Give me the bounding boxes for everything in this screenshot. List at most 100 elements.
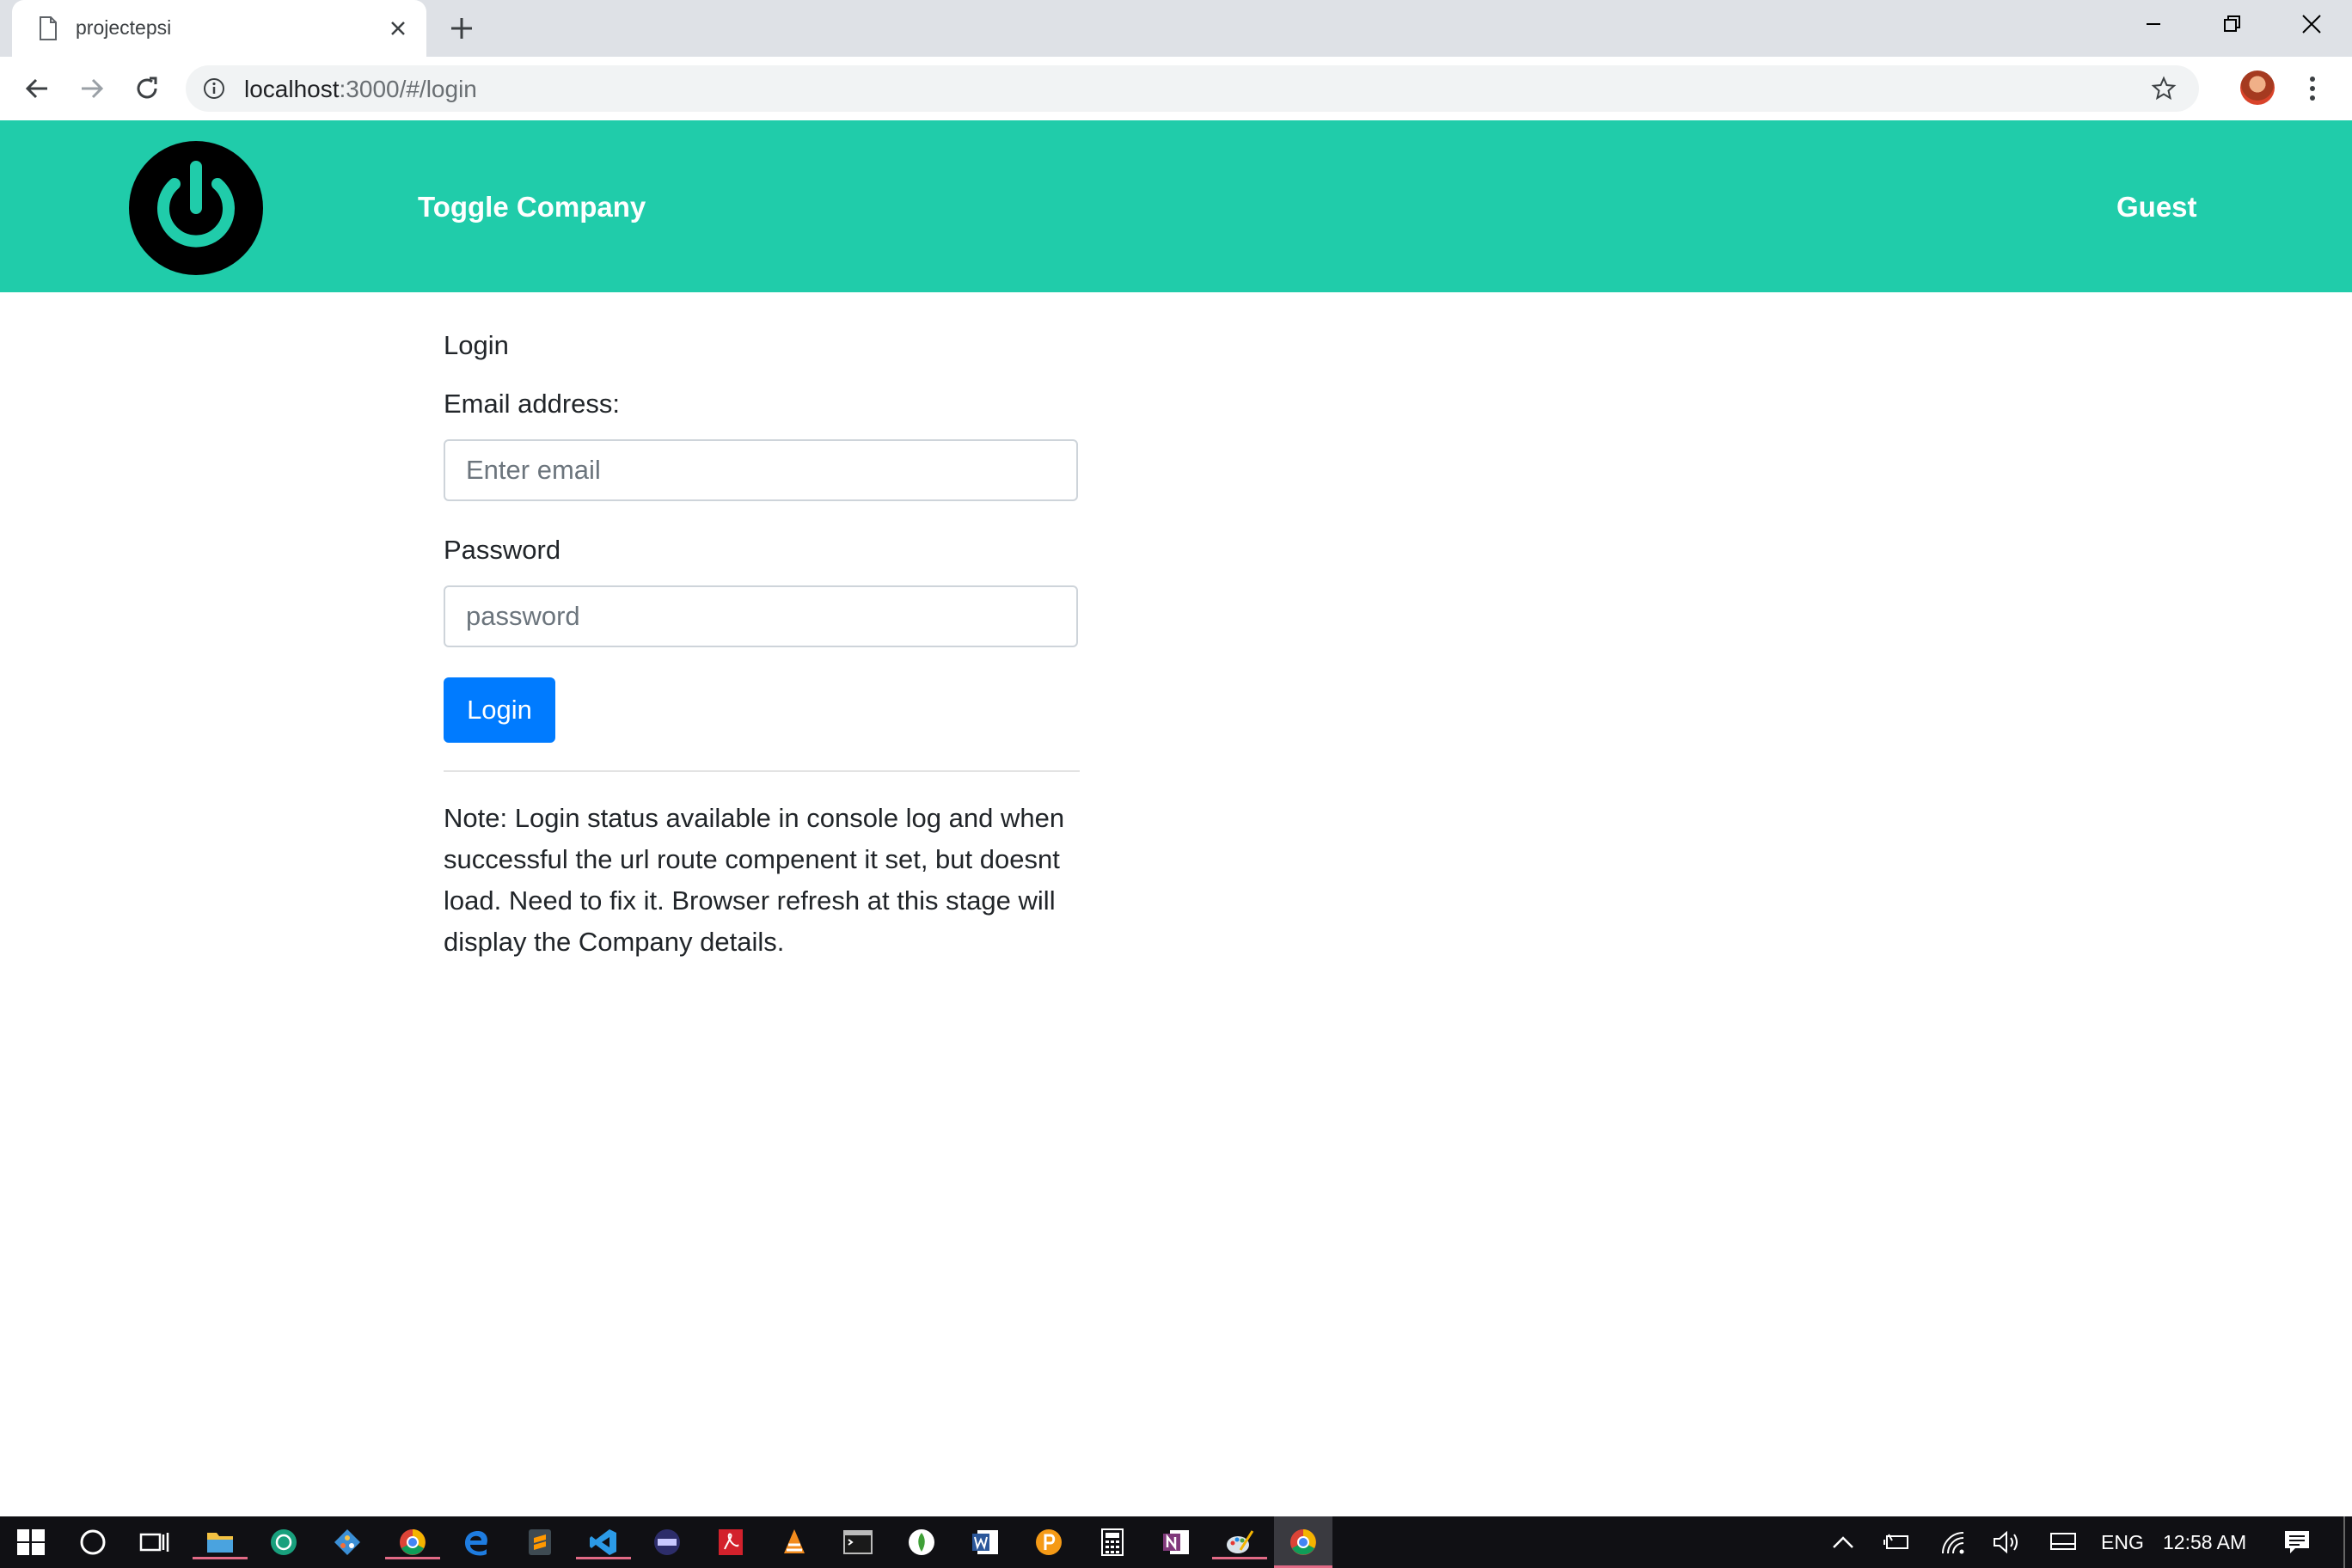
arrow-left-icon (25, 78, 47, 99)
app-orange-icon (1036, 1529, 1062, 1555)
new-tab-icon[interactable] (447, 14, 476, 43)
cmd-button[interactable] (841, 1525, 875, 1559)
reload-icon (137, 77, 157, 99)
minimize-icon (2147, 23, 2160, 25)
chevron-up-icon (1833, 1536, 1853, 1548)
cortana-icon (80, 1529, 106, 1555)
terminal-app-button[interactable] (650, 1525, 684, 1559)
display-button[interactable] (2046, 1525, 2080, 1559)
calculator-button[interactable] (1095, 1525, 1130, 1559)
url-path: :3000/#/login (339, 76, 477, 102)
windows-start-icon (17, 1529, 45, 1555)
vscode-icon (590, 1529, 616, 1555)
browser-tabstrip: projectepsi (0, 0, 2352, 57)
notification-icon (2285, 1531, 2309, 1553)
clock[interactable]: 12:58 AM (2163, 1531, 2246, 1554)
start-button[interactable] (14, 1525, 48, 1559)
chrome-icon (400, 1529, 426, 1555)
language-indicator[interactable]: ENG (2101, 1531, 2144, 1554)
more-menu-icon[interactable] (2304, 72, 2321, 105)
login-heading: Login (444, 330, 509, 360)
active-indicator (1212, 1557, 1267, 1559)
tab-title: projectepsi (76, 16, 172, 39)
battery-icon (1883, 1534, 1908, 1549)
calculator-icon (1101, 1528, 1124, 1556)
close-icon (2302, 15, 2321, 34)
vscode-button[interactable] (576, 1525, 631, 1559)
paint-button[interactable] (1212, 1525, 1267, 1559)
close-window-button[interactable] (2273, 0, 2350, 48)
terminal-app-icon (654, 1529, 680, 1555)
navbar-brand-link[interactable]: Toggle Company (418, 191, 646, 224)
onenote-button[interactable] (1159, 1525, 1193, 1559)
vlc-button[interactable] (777, 1525, 812, 1559)
file-explorer-icon (207, 1533, 233, 1553)
vlc-icon (784, 1529, 805, 1553)
password-input[interactable] (444, 585, 1078, 647)
cortana-button[interactable] (76, 1525, 110, 1559)
word-button[interactable] (968, 1525, 1002, 1559)
git-button[interactable] (330, 1525, 364, 1559)
cmd-icon (843, 1530, 873, 1554)
reload-button[interactable] (131, 72, 163, 105)
volume-icon (1994, 1530, 2018, 1554)
sublime-button[interactable] (523, 1525, 557, 1559)
chrome-active-button[interactable] (1274, 1516, 1332, 1568)
restore-icon (2224, 15, 2240, 32)
url-text[interactable]: localhost:3000/#/login (244, 76, 477, 103)
action-center-button[interactable] (2280, 1525, 2314, 1559)
orange-app-button[interactable] (1032, 1525, 1066, 1559)
edge-icon (465, 1531, 487, 1556)
info-icon[interactable] (203, 77, 225, 100)
divider (444, 770, 1080, 772)
browser-tab[interactable]: projectepsi (12, 0, 426, 57)
edge-button[interactable] (459, 1525, 493, 1559)
battery-button[interactable] (1879, 1525, 1914, 1559)
chrome-button[interactable] (385, 1525, 440, 1559)
login-note: Note: Login status available in console … (444, 803, 1065, 957)
minimize-button[interactable] (2115, 0, 2192, 48)
bookmark-star-icon[interactable] (2151, 76, 2177, 101)
mongodb-icon (909, 1529, 934, 1555)
file-explorer-button[interactable] (193, 1525, 248, 1559)
forward-button[interactable] (76, 72, 108, 105)
profile-avatar[interactable] (2240, 70, 2275, 105)
active-indicator (193, 1557, 248, 1559)
onenote-icon (1163, 1530, 1189, 1554)
chatgpt-button[interactable] (266, 1525, 301, 1559)
git-icon (334, 1529, 360, 1555)
power-logo-icon[interactable] (129, 141, 263, 275)
tab-close-icon[interactable] (387, 17, 409, 40)
document-icon (40, 16, 57, 40)
paint-icon (1227, 1530, 1254, 1553)
acrobat-button[interactable] (714, 1525, 748, 1559)
volume-button[interactable] (1989, 1525, 2024, 1559)
acrobat-icon (719, 1529, 743, 1555)
address-bar[interactable]: localhost:3000/#/login (186, 65, 2199, 112)
tray-overflow-button[interactable] (1826, 1525, 1860, 1559)
password-label: Password (444, 535, 561, 565)
show-desktop-button[interactable] (2343, 1516, 2345, 1568)
mongodb-button[interactable] (904, 1525, 939, 1559)
app-navbar: Toggle Company Guest (0, 120, 2352, 292)
arrow-right-icon (82, 78, 104, 99)
task-view-icon (139, 1533, 169, 1552)
chatgpt-icon (271, 1529, 297, 1555)
task-view-button[interactable] (138, 1525, 172, 1559)
active-indicator (576, 1557, 631, 1559)
display-icon (2050, 1533, 2076, 1550)
chrome-active-icon (1290, 1529, 1316, 1555)
user-menu-guest[interactable]: Guest (2116, 191, 2197, 224)
wifi-button[interactable] (1936, 1525, 1970, 1559)
url-host: localhost (244, 76, 340, 102)
sublime-icon (529, 1529, 551, 1555)
email-label: Email address: (444, 389, 621, 419)
back-button[interactable] (21, 72, 53, 105)
email-input[interactable] (444, 439, 1078, 501)
login-button[interactable]: Login (444, 677, 555, 743)
word-icon (972, 1530, 998, 1554)
active-indicator (385, 1557, 440, 1559)
windows-taskbar: ENG 12:58 AM (0, 1516, 2352, 1568)
restore-button[interactable] (2194, 0, 2271, 48)
wifi-icon (1942, 1532, 1964, 1554)
